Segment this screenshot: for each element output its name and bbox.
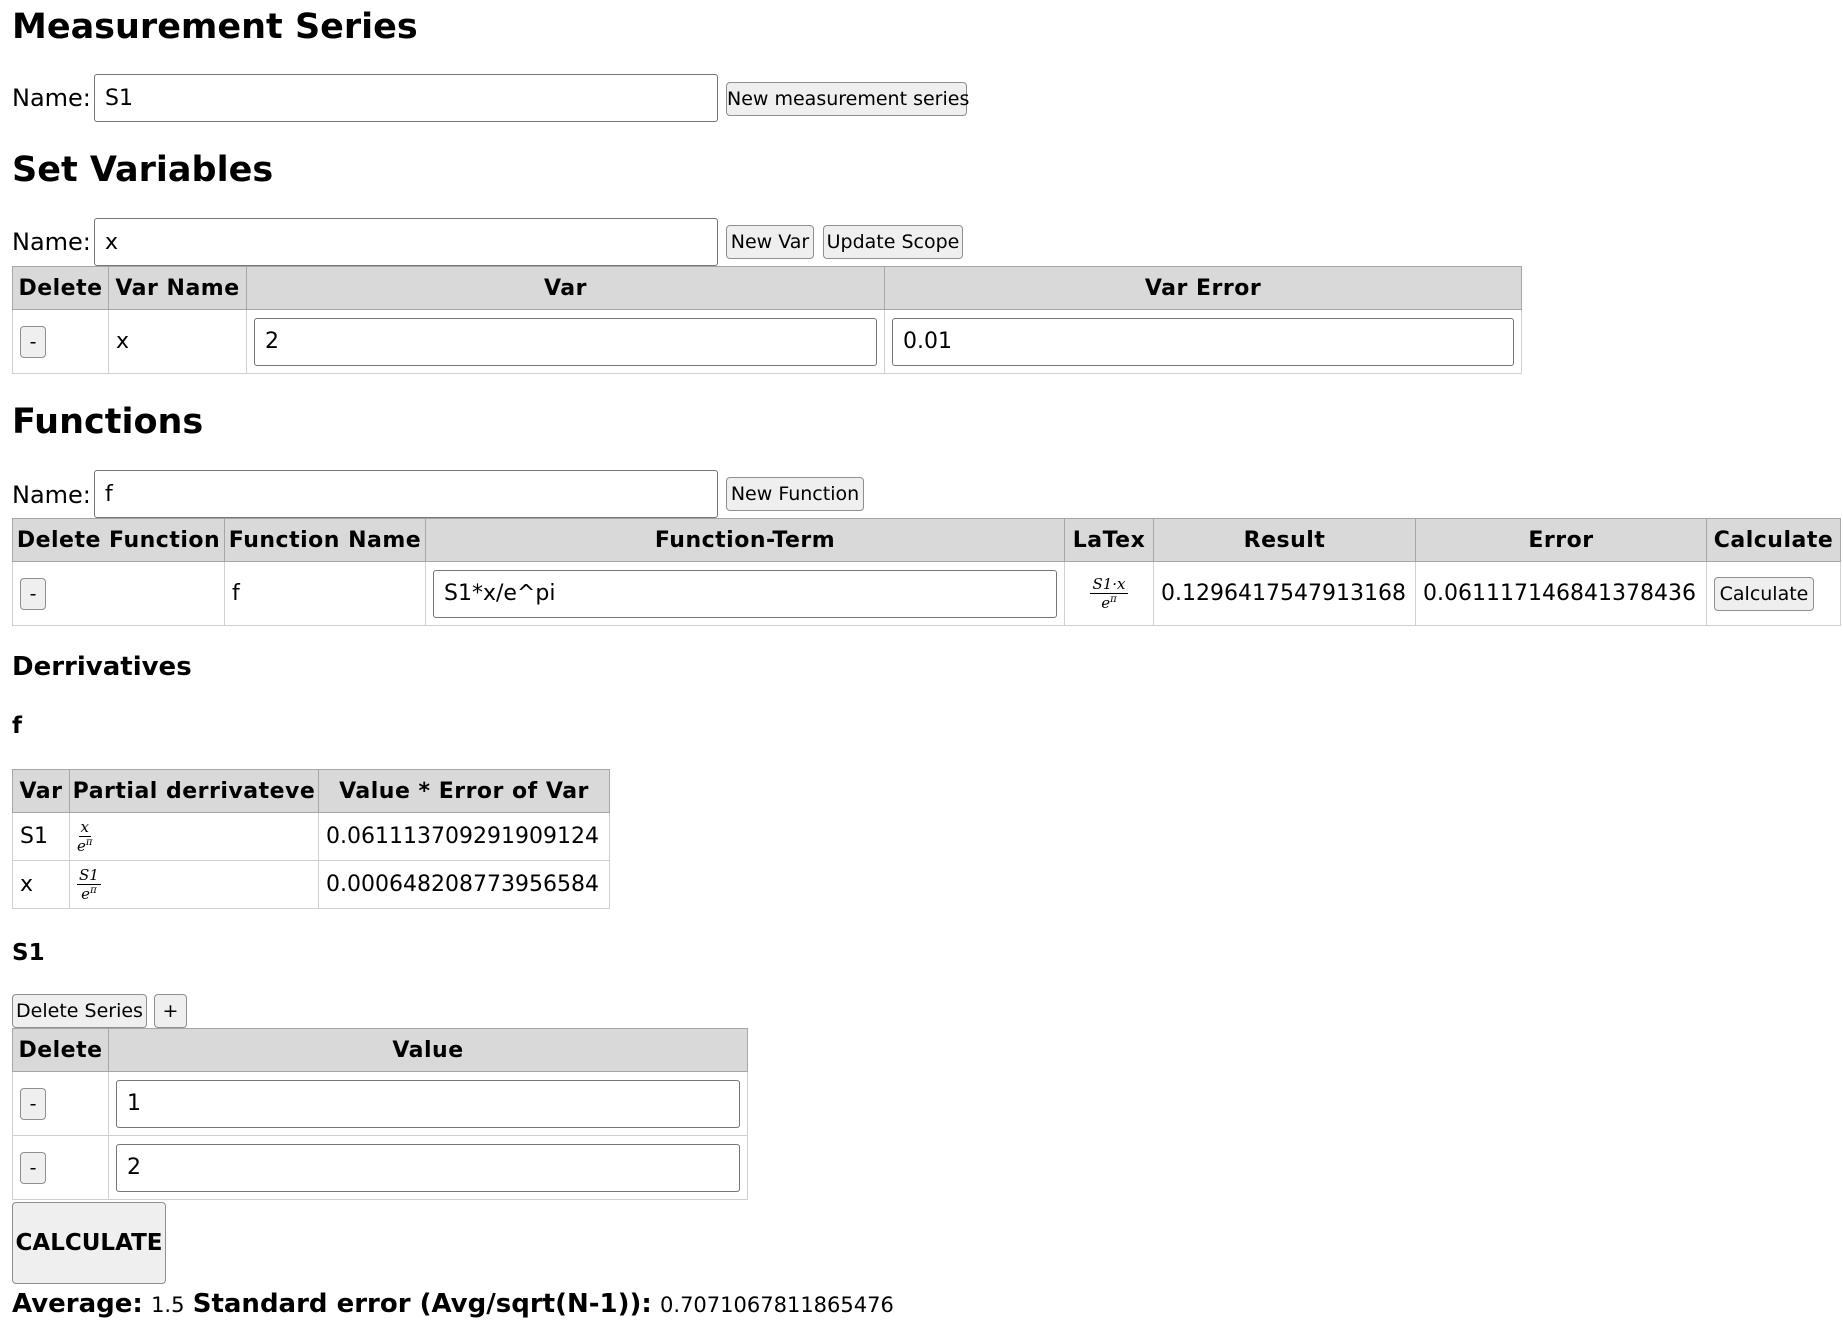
add-value-button[interactable]: + bbox=[154, 994, 187, 1028]
function-name-input[interactable] bbox=[94, 470, 718, 518]
delete-var-button[interactable]: - bbox=[20, 325, 46, 358]
delete-series-button[interactable]: Delete Series bbox=[12, 994, 147, 1028]
var-name-input[interactable] bbox=[94, 218, 718, 266]
derivative-value: 0.000648208773956584 bbox=[318, 860, 610, 909]
var-name-label: Name: bbox=[12, 228, 91, 256]
derivatives-heading: Derrivatives bbox=[12, 652, 192, 682]
series-value-input[interactable] bbox=[116, 1079, 740, 1128]
average-value: 1.5 bbox=[151, 1293, 185, 1317]
derivative-function-heading: f bbox=[12, 713, 23, 739]
series-value-input[interactable] bbox=[116, 1143, 740, 1192]
functions-heading: Functions bbox=[12, 402, 204, 442]
delete-value-button[interactable]: - bbox=[20, 1151, 46, 1184]
table-row: x S1 eπ 0.000648208773956584 bbox=[12, 860, 610, 909]
table-row: - bbox=[12, 1135, 748, 1200]
derivatives-table: Var Partial derrivateve Value * Error of… bbox=[12, 769, 610, 909]
functions-table: Delete Function Function Name Function-T… bbox=[12, 518, 1841, 626]
column-header: Var bbox=[12, 769, 70, 813]
average-label: Average: bbox=[12, 1289, 143, 1319]
column-header: Value * Error of Var bbox=[318, 769, 610, 813]
update-scope-button[interactable]: Update Scope bbox=[823, 225, 963, 259]
derivative-value: 0.061113709291909124 bbox=[318, 812, 610, 861]
set-variables-heading: Set Variables bbox=[12, 150, 274, 190]
column-header: Var Error bbox=[884, 266, 1522, 310]
calculate-function-button[interactable]: Calculate bbox=[1714, 576, 1814, 611]
series-summary: Average: 1.5 Standard error (Avg/sqrt(N-… bbox=[12, 1291, 894, 1317]
var-value-input[interactable] bbox=[254, 317, 877, 366]
series-name-label: Name: bbox=[12, 84, 91, 112]
series-heading: S1 bbox=[12, 940, 45, 966]
variables-table: Delete Var Name Var Var Error - x bbox=[12, 266, 1522, 374]
new-function-button[interactable]: New Function bbox=[726, 477, 864, 511]
column-header: Function Name bbox=[224, 518, 426, 562]
formula-denominator: e bbox=[81, 884, 91, 903]
delete-function-button[interactable]: - bbox=[20, 577, 46, 610]
derivatives-header-row: Var Partial derrivateve Value * Error of… bbox=[12, 769, 610, 813]
column-header: Calculate bbox=[1706, 518, 1841, 562]
derivative-var: S1 bbox=[12, 812, 70, 861]
calculate-series-button[interactable]: CALCULATE bbox=[12, 1202, 166, 1284]
function-name-label: Name: bbox=[12, 481, 91, 509]
latex-numerator: S1·x bbox=[1090, 574, 1128, 594]
new-var-button[interactable]: New Var bbox=[726, 225, 814, 259]
series-values-table: Delete Value - - bbox=[12, 1028, 748, 1200]
column-header: Var Name bbox=[108, 266, 247, 310]
standard-error-value: 0.7071067811865476 bbox=[660, 1293, 894, 1317]
function-result: 0.1296417547913168 bbox=[1153, 561, 1416, 626]
series-header-row: Delete Value bbox=[12, 1028, 748, 1072]
column-header: Partial derrivateve bbox=[69, 769, 319, 813]
function-term-input[interactable] bbox=[433, 569, 1057, 618]
column-header: Var bbox=[246, 266, 885, 310]
function-error: 0.061117146841378436 bbox=[1415, 561, 1707, 626]
column-header: Value bbox=[108, 1028, 748, 1072]
column-header: LaTex bbox=[1064, 518, 1154, 562]
formula-exponent: π bbox=[90, 884, 97, 896]
column-header: Delete bbox=[12, 1028, 109, 1072]
table-row: - bbox=[12, 1071, 748, 1136]
latex-denominator: e bbox=[1101, 593, 1111, 612]
partial-derivative-formula: x eπ bbox=[77, 817, 93, 855]
variables-header-row: Delete Var Name Var Var Error bbox=[12, 266, 1522, 310]
functions-header-row: Delete Function Function Name Function-T… bbox=[12, 518, 1841, 562]
table-row: S1 x eπ 0.061113709291909124 bbox=[12, 812, 610, 861]
column-header: Error bbox=[1415, 518, 1707, 562]
function-name-cell: f bbox=[224, 561, 426, 626]
column-header: Delete Function bbox=[12, 518, 225, 562]
table-row: - f S1·x eπ 0.1296417547913168 0.0611171… bbox=[12, 561, 1841, 626]
var-error-input[interactable] bbox=[892, 317, 1514, 366]
latex-formula: S1·x eπ bbox=[1090, 574, 1128, 612]
table-row: - x bbox=[12, 309, 1522, 374]
column-header: Function-Term bbox=[425, 518, 1065, 562]
delete-value-button[interactable]: - bbox=[20, 1087, 46, 1120]
standard-error-label: Standard error (Avg/sqrt(N-1)): bbox=[192, 1289, 652, 1319]
formula-denominator: e bbox=[77, 836, 86, 855]
formula-numerator: S1 bbox=[77, 865, 101, 885]
column-header: Result bbox=[1153, 518, 1416, 562]
column-header: Delete bbox=[12, 266, 109, 310]
latex-exponent: π bbox=[1110, 593, 1117, 605]
var-name-cell: x bbox=[108, 309, 247, 374]
measurement-series-heading: Measurement Series bbox=[12, 7, 418, 47]
series-name-input[interactable] bbox=[94, 74, 718, 122]
partial-derivative-formula: S1 eπ bbox=[77, 865, 101, 903]
formula-exponent: π bbox=[85, 836, 93, 848]
formula-numerator: x bbox=[78, 817, 91, 837]
derivative-var: x bbox=[12, 860, 70, 909]
new-measurement-series-button[interactable]: New measurement series bbox=[726, 82, 969, 116]
